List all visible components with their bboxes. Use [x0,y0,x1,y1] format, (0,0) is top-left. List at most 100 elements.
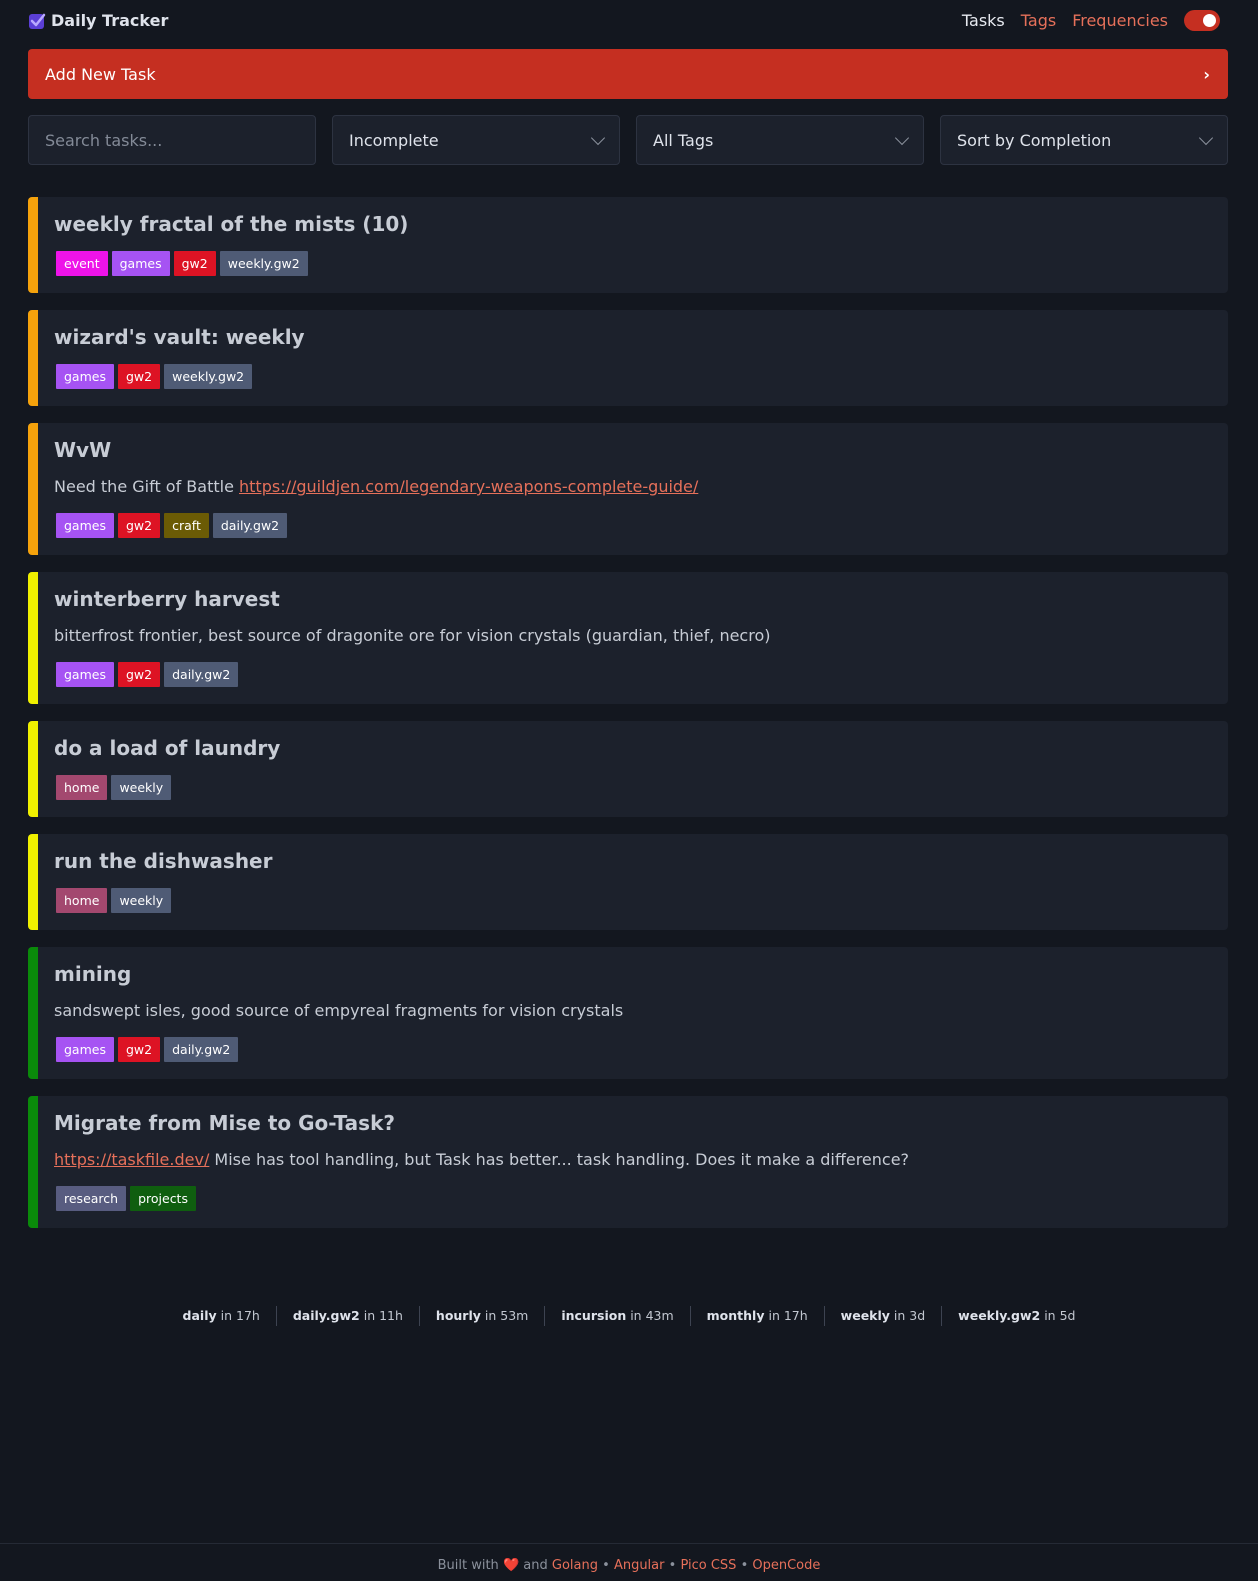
tag-badge[interactable]: gw2 [117,1037,161,1062]
add-new-task-button[interactable]: Add New Task › [28,49,1228,99]
task-description: sandswept isles, good source of empyreal… [54,1000,1208,1022]
footer-link-pico-css[interactable]: Pico CSS [680,1558,736,1573]
add-new-task-label: Add New Task [45,64,156,84]
nav-frequencies-link[interactable]: Frequencies [1072,11,1168,30]
tag-badge[interactable]: daily.gw2 [212,513,288,538]
frequency-countdown: in 11h [363,1308,403,1323]
task-title: winterberry harvest [54,587,280,611]
task-tags: games gw2 craft daily.gw2 [56,513,1208,538]
task-description-link[interactable]: https://taskfile.dev/ [54,1150,209,1169]
footer-link-golang[interactable]: Golang [552,1558,598,1573]
task-priority-stripe [28,721,38,817]
footer: Built with ❤️ and Golang • Angular • Pic… [0,1543,1258,1581]
task-tags: home weekly [56,888,1208,913]
frequency-resets: daily in 17h daily.gw2 in 11h hourly in 53… [0,1306,1258,1326]
app: Daily Tracker Tasks Tags Frequencies Add… [0,0,1258,1581]
footer-and: and [523,1558,548,1573]
nav-tasks-link[interactable]: Tasks [962,11,1005,30]
task-title: Migrate from Mise to Go-Task? [54,1111,395,1135]
tag-badge[interactable]: home [56,888,108,913]
task-title: mining [54,962,132,986]
task-tags: home weekly [56,775,1208,800]
task-description-text: Need the Gift of Battle [54,477,240,496]
tag-badge[interactable]: weekly.gw2 [164,364,253,389]
tag-badge[interactable]: games [56,513,114,538]
tag-select[interactable]: All Tags [636,115,924,165]
task-title: run the dishwasher [54,849,273,873]
task-card[interactable]: Migrate from Mise to Go-Task? https://tas… [28,1096,1228,1228]
footer-link-angular[interactable]: Angular [614,1558,665,1573]
chevron-down-icon [1198,130,1214,145]
task-description-link[interactable]: https://guildjen.com/legendary-weapons-c… [239,477,698,496]
frequency-reset-item: hourly in 53m [420,1306,546,1326]
search-placeholder: Search tasks... [45,130,163,150]
frequency-reset-item: weekly.gw2 in 5d [942,1306,1091,1326]
task-tags: games gw2 daily.gw2 [56,1037,1208,1062]
task-tags: games gw2 daily.gw2 [56,662,1208,687]
tag-badge[interactable]: home [56,775,108,800]
task-list: weekly fractal of the mists (10) event gam… [28,197,1228,1245]
tag-badge[interactable]: gw2 [117,364,161,389]
task-title: do a load of laundry [54,736,281,760]
top-nav: Tasks Tags Frequencies [946,10,1220,31]
task-priority-stripe [28,947,38,1079]
frequency-countdown: in 17h [220,1308,260,1323]
frequency-name: weekly.gw2 [958,1308,1041,1323]
status-select[interactable]: Incomplete [332,115,620,165]
tag-badge[interactable]: gw2 [173,251,216,276]
tag-badge[interactable]: research [56,1186,127,1211]
task-description-text: sandswept isles, good source of empyreal… [54,1001,624,1020]
task-title: weekly fractal of the mists (10) [54,212,409,236]
frequency-countdown: in 53m [484,1308,529,1323]
header: Daily Tracker Tasks Tags Frequencies [0,0,1258,42]
frequency-reset-item: daily.gw2 in 11h [277,1306,420,1326]
frequency-reset-item: weekly in 3d [825,1306,943,1326]
task-card[interactable]: do a load of laundry home weekly [28,721,1228,817]
frequency-name: monthly [706,1308,765,1323]
task-card[interactable]: run the dishwasher home weekly [28,834,1228,930]
tag-badge[interactable]: daily.gw2 [164,1037,239,1062]
task-card[interactable]: weekly fractal of the mists (10) event gam… [28,197,1228,293]
frequency-name: daily [182,1308,217,1323]
task-tags: research projects [56,1186,1208,1211]
tag-badge[interactable]: craft [164,513,209,538]
frequency-name: hourly [435,1308,481,1323]
nav-tags-link[interactable]: Tags [1021,11,1056,30]
search-input[interactable]: Search tasks... [28,115,316,165]
status-select-value: Incomplete [349,130,439,150]
footer-separator: • [668,1558,677,1573]
task-priority-stripe [28,834,38,930]
tag-badge[interactable]: gw2 [117,662,161,687]
tag-badge[interactable]: games [111,251,170,276]
task-title: wizard's vault: weekly [54,325,305,349]
tag-badge[interactable]: games [56,1037,114,1062]
frequency-countdown: in 17h [768,1308,808,1323]
tag-badge[interactable]: gw2 [117,513,161,538]
tag-badge[interactable]: projects [130,1186,196,1211]
footer-separator: • [740,1558,749,1573]
chevron-down-icon [894,130,910,145]
tag-badge[interactable]: event [56,251,108,276]
footer-link-opencode[interactable]: OpenCode [752,1558,820,1573]
frequency-countdown: in 3d [893,1308,926,1323]
tag-badge[interactable]: games [56,364,114,389]
chevron-down-icon [590,130,606,145]
theme-toggle[interactable] [1184,10,1220,31]
task-card[interactable]: mining sandswept isles, good source of em… [28,947,1228,1079]
heart-icon: ❤️ [502,1558,520,1573]
frequency-reset-item: daily in 17h [167,1306,277,1326]
tag-badge[interactable]: weekly [111,775,172,800]
app-title: Daily Tracker [51,11,169,30]
task-description: https://taskfile.dev/ Mise has tool hand… [54,1149,1208,1171]
task-card[interactable]: wizard's vault: weekly games gw2 weekly.gw2 [28,310,1228,406]
sort-select[interactable]: Sort by Completion [940,115,1228,165]
task-priority-stripe [28,572,38,704]
tag-badge[interactable]: daily.gw2 [164,662,239,687]
task-card[interactable]: winterberry harvest bitterfrost frontier,… [28,572,1228,704]
tag-badge[interactable]: weekly [111,888,172,913]
tag-badge[interactable]: weekly.gw2 [219,251,308,276]
task-card[interactable]: WvW Need the Gift of Battle https://guild… [28,423,1228,555]
brand[interactable]: Daily Tracker [28,11,168,30]
tag-badge[interactable]: games [56,662,114,687]
task-description-text: Mise has tool handling, but Task has bet… [209,1150,910,1169]
